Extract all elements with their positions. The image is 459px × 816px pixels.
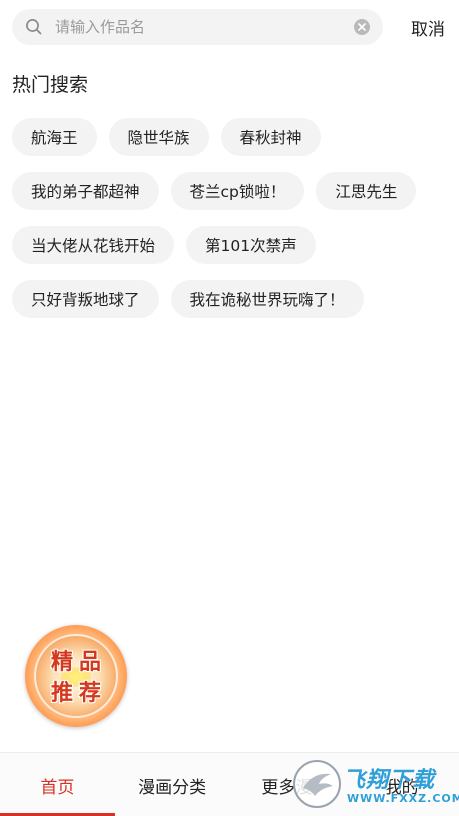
promo-text-line2: 推荐: [50, 680, 107, 706]
nav-tab-more[interactable]: 更多漫: [230, 753, 345, 816]
nav-tab-label: 首页: [40, 777, 75, 798]
hot-tag[interactable]: 江思先生: [316, 172, 417, 210]
nav-tab-mine[interactable]: 我的: [344, 753, 459, 816]
hot-tag[interactable]: 我在诡秘世界玩嗨了！: [170, 280, 364, 318]
hot-tag[interactable]: 隐世华族: [108, 118, 209, 156]
nav-tab-label: 漫画分类: [138, 777, 207, 798]
hot-tag[interactable]: 苍兰cp锁啦！: [170, 172, 305, 210]
search-input[interactable]: [55, 18, 353, 36]
hot-search-title: 热门搜索: [12, 74, 89, 96]
cancel-button[interactable]: 取消: [400, 11, 456, 43]
hot-tag[interactable]: 当大佬从花钱开始: [12, 226, 175, 264]
bottom-nav: 首页 漫画分类 更多漫 我的: [0, 752, 459, 816]
hot-tag[interactable]: 只好背叛地球了: [12, 280, 159, 318]
featured-recommend-button[interactable]: 精品 推荐: [25, 625, 127, 727]
hot-tag[interactable]: 我的弟子都超神: [12, 172, 159, 210]
promo-text-line1: 精品: [50, 649, 107, 675]
nav-tab-home[interactable]: 首页: [0, 753, 115, 816]
search-page: 取消 热门搜索 航海王 隐世华族 春秋封神 我的弟子都超神 苍兰cp锁啦！ 江思…: [0, 0, 459, 816]
hot-tag[interactable]: 第101次禁声: [186, 226, 316, 264]
search-icon: [26, 19, 42, 35]
clear-icon[interactable]: [353, 18, 371, 36]
hot-tag[interactable]: 春秋封神: [220, 118, 321, 156]
hot-search-tags: 航海王 隐世华族 春秋封神 我的弟子都超神 苍兰cp锁啦！ 江思先生 当大佬从花…: [12, 118, 447, 318]
nav-tab-label: 更多漫: [261, 777, 313, 798]
search-bar[interactable]: [12, 9, 383, 45]
nav-tab-categories[interactable]: 漫画分类: [115, 753, 230, 816]
nav-tab-label: 我的: [384, 777, 419, 798]
hot-tag[interactable]: 航海王: [12, 118, 97, 156]
